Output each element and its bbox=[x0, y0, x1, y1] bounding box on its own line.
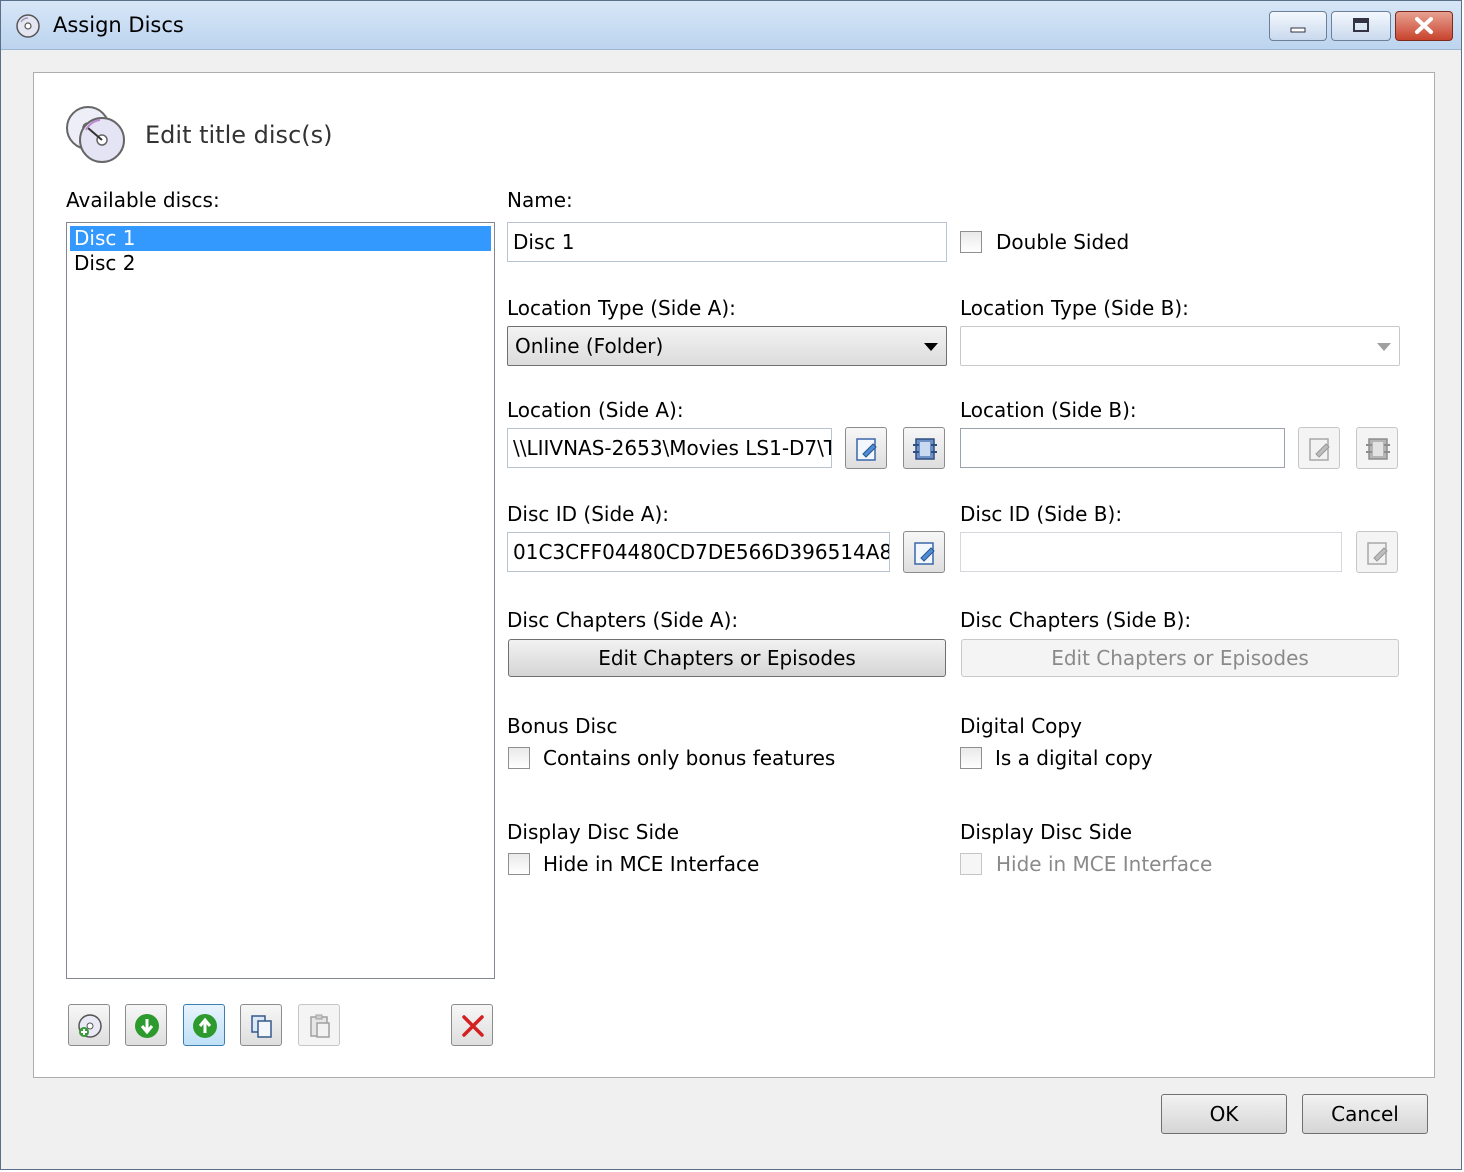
add-disc-button[interactable] bbox=[68, 1004, 110, 1046]
disc-icon bbox=[16, 14, 40, 38]
minimize-button[interactable] bbox=[1269, 11, 1327, 41]
browse-location-b-button[interactable] bbox=[1356, 427, 1398, 469]
paste-disc-button[interactable] bbox=[298, 1004, 340, 1046]
edit-disc-id-b-button[interactable] bbox=[1356, 531, 1398, 573]
available-discs-label: Available discs: bbox=[66, 188, 220, 212]
discs-header-icon bbox=[66, 106, 125, 163]
title-bar[interactable]: Assign Discs bbox=[1, 1, 1461, 50]
page-title: Edit title disc(s) bbox=[145, 121, 333, 149]
location-type-a-select[interactable]: Online (Folder) bbox=[507, 326, 947, 366]
location-b-input[interactable] bbox=[960, 428, 1285, 468]
edit-chapters-b-button[interactable]: Edit Chapters or Episodes bbox=[961, 639, 1399, 677]
digital-copy-heading: Digital Copy bbox=[960, 714, 1082, 738]
edit-icon bbox=[1309, 438, 1330, 461]
close-icon bbox=[1415, 17, 1433, 34]
arrow-down-icon bbox=[135, 1014, 159, 1038]
delete-disc-button[interactable] bbox=[451, 1004, 493, 1046]
location-type-b-label: Location Type (Side B): bbox=[960, 296, 1189, 320]
maximize-icon bbox=[1353, 18, 1369, 32]
edit-icon bbox=[856, 438, 877, 461]
hide-mce-b-checkbox[interactable] bbox=[960, 853, 982, 875]
disc-id-a-input[interactable]: 01C3CFF04480CD7DE566D396514A8C! bbox=[507, 532, 890, 572]
edit-location-a-button[interactable] bbox=[845, 427, 887, 469]
window-title: Assign Discs bbox=[53, 13, 184, 37]
add-disc-icon bbox=[78, 1014, 102, 1038]
discs-listbox[interactable]: Disc 1 Disc 2 bbox=[66, 222, 495, 979]
arrow-up-icon bbox=[193, 1014, 217, 1038]
edit-chapters-a-button[interactable]: Edit Chapters or Episodes bbox=[508, 639, 946, 677]
minimize-icon bbox=[1290, 27, 1306, 33]
chapters-a-label: Disc Chapters (Side A): bbox=[507, 608, 739, 632]
double-sided-checkbox[interactable] bbox=[960, 231, 982, 253]
hide-mce-a-label: Hide in MCE Interface bbox=[543, 852, 760, 876]
hide-mce-a-checkbox[interactable] bbox=[508, 853, 530, 875]
digital-copy-label: Is a digital copy bbox=[995, 746, 1153, 770]
close-button[interactable] bbox=[1395, 11, 1453, 41]
digital-copy-checkbox[interactable] bbox=[960, 747, 982, 769]
copy-disc-button[interactable] bbox=[240, 1004, 282, 1046]
browse-location-a-button[interactable] bbox=[903, 427, 945, 469]
location-type-b-select[interactable] bbox=[960, 326, 1400, 366]
edit-icon bbox=[1367, 542, 1388, 565]
edit-icon bbox=[914, 542, 935, 565]
name-input[interactable]: Disc 1 bbox=[507, 222, 947, 262]
bonus-disc-heading: Bonus Disc bbox=[507, 714, 618, 738]
location-type-a-value: Online (Folder) bbox=[515, 334, 664, 358]
double-sided-label: Double Sided bbox=[996, 230, 1130, 254]
disc-id-b-input[interactable] bbox=[960, 532, 1342, 572]
chevron-down-icon bbox=[1377, 343, 1391, 351]
disc-id-b-label: Disc ID (Side B): bbox=[960, 502, 1123, 526]
chapters-b-label: Disc Chapters (Side B): bbox=[960, 608, 1192, 632]
maximize-button[interactable] bbox=[1331, 11, 1391, 41]
edit-disc-id-a-button[interactable] bbox=[903, 531, 945, 573]
film-icon bbox=[913, 438, 937, 460]
move-down-button[interactable] bbox=[125, 1004, 167, 1046]
bonus-only-label: Contains only bonus features bbox=[543, 746, 836, 770]
cancel-button[interactable]: Cancel bbox=[1302, 1094, 1428, 1134]
location-a-label: Location (Side A): bbox=[507, 398, 684, 422]
ok-button[interactable]: OK bbox=[1161, 1094, 1287, 1134]
hide-mce-b-label: Hide in MCE Interface bbox=[996, 852, 1213, 876]
chevron-down-icon bbox=[924, 343, 938, 351]
delete-icon bbox=[462, 1015, 484, 1037]
film-icon bbox=[1366, 438, 1390, 460]
copy-icon bbox=[251, 1015, 272, 1038]
bonus-only-checkbox[interactable] bbox=[508, 747, 530, 769]
move-up-button[interactable] bbox=[183, 1004, 225, 1046]
disc-list-item-2[interactable]: Disc 2 bbox=[70, 251, 491, 276]
disc-id-a-label: Disc ID (Side A): bbox=[507, 502, 670, 526]
edit-location-b-button[interactable] bbox=[1298, 427, 1340, 469]
name-label: Name: bbox=[507, 188, 573, 212]
location-a-input[interactable]: \\LIIVNAS-2653\Movies LS1-D7\T bbox=[507, 428, 832, 468]
disc-list-item-1[interactable]: Disc 1 bbox=[70, 226, 491, 251]
location-type-a-label: Location Type (Side A): bbox=[507, 296, 736, 320]
paste-icon bbox=[310, 1014, 330, 1038]
location-b-label: Location (Side B): bbox=[960, 398, 1137, 422]
display-side-b-heading: Display Disc Side bbox=[960, 820, 1133, 844]
display-side-a-heading: Display Disc Side bbox=[507, 820, 680, 844]
